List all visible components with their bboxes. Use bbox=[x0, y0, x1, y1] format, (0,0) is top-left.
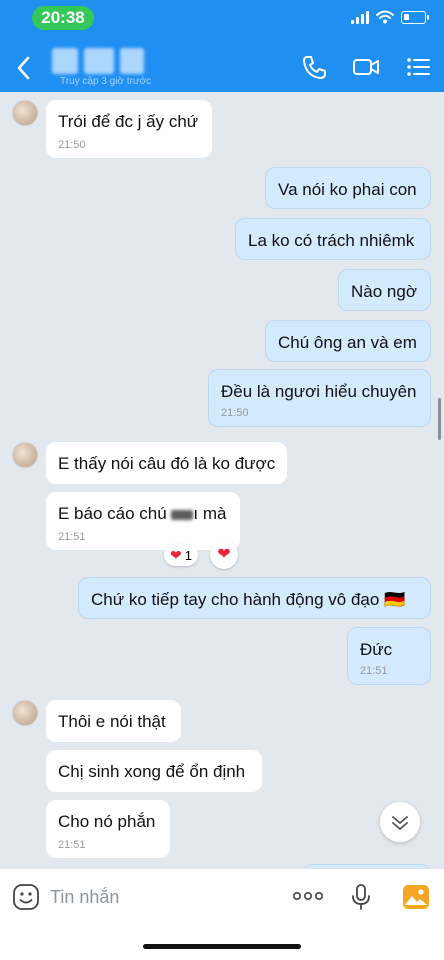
heart-icon: ❤ bbox=[217, 546, 231, 563]
more-icon[interactable] bbox=[292, 886, 324, 906]
message-text: Thôi e nói thật bbox=[58, 712, 166, 731]
home-indicator bbox=[143, 944, 301, 949]
last-seen: Truy cập 3 giờ trước bbox=[60, 76, 152, 87]
message-outgoing[interactable]: Đều là ngươi hiểu chuyên 21:50 bbox=[208, 369, 431, 427]
chevron-down-icon[interactable] bbox=[380, 802, 420, 842]
message-time: 21:51 bbox=[360, 664, 388, 677]
message-outgoing[interactable]: Chứ ko tiếp tay cho hành động vô đạo 🇩🇪 bbox=[78, 577, 431, 619]
message-text: Đức bbox=[360, 640, 393, 659]
message-text-part: E báo cáo chú bbox=[58, 504, 172, 523]
message-outgoing[interactable]: La ko có trách nhiêmk bbox=[235, 218, 431, 260]
reaction-count: 1 bbox=[184, 547, 192, 563]
message-time: 21:50 bbox=[221, 406, 249, 419]
message-text: Đều là ngươi hiểu chuyên bbox=[221, 382, 417, 401]
battery-icon bbox=[401, 10, 429, 24]
emoji-icon[interactable] bbox=[12, 883, 40, 911]
message-incoming[interactable]: E thấy nói câu đó là ko được bbox=[46, 442, 287, 484]
heart-icon: ❤ bbox=[170, 547, 182, 563]
message-incoming[interactable]: Cho nó phắn 21:51 bbox=[46, 800, 170, 858]
react-button[interactable]: ❤ bbox=[210, 541, 238, 569]
message-text: Trói để đc j ấy chứ bbox=[58, 112, 199, 131]
message-time: 21:51 bbox=[58, 838, 86, 851]
chat-area[interactable]: Trói để đc j ấy chứ 21:50 Va nói ko phai… bbox=[0, 92, 444, 868]
message-outgoing[interactable]: Va nói ko phai con bbox=[265, 167, 431, 209]
message-text: E thấy nói câu đó là ko được bbox=[58, 454, 276, 473]
message-text: Nào ngờ bbox=[351, 282, 417, 301]
message-incoming[interactable]: Thôi e nói thật bbox=[46, 700, 181, 742]
status-icons bbox=[351, 10, 429, 24]
message-text: La ko có trách nhiêmk bbox=[248, 231, 415, 250]
message-text-part: ı mà bbox=[193, 504, 227, 523]
message-time: 21:50 bbox=[58, 138, 86, 151]
message-outgoing[interactable]: Đức 21:51 bbox=[347, 627, 431, 685]
message-incoming[interactable]: E báo cáo chú ı mà 21:51 bbox=[46, 492, 240, 550]
reaction-summary[interactable]: ❤ 1 bbox=[164, 544, 198, 566]
message-text: Chú ông an và em bbox=[278, 333, 417, 352]
avatar[interactable] bbox=[12, 100, 38, 126]
status-time: 20:38 bbox=[32, 6, 94, 30]
avatar[interactable] bbox=[12, 700, 38, 726]
redacted-name bbox=[171, 509, 194, 520]
wifi-icon bbox=[376, 10, 394, 24]
top-bar: 20:38 Truy cập 3 giờ trước bbox=[0, 0, 444, 92]
menu-icon[interactable] bbox=[404, 54, 432, 80]
message-time: 21:51 bbox=[58, 530, 86, 543]
message-outgoing[interactable]: Chú ông an và em bbox=[265, 320, 431, 362]
back-icon[interactable] bbox=[12, 54, 36, 82]
message-outgoing[interactable]: Nào ngờ bbox=[338, 269, 431, 311]
message-incoming[interactable]: Chị sinh xong để ổn định bbox=[46, 750, 262, 792]
microphone-icon[interactable] bbox=[350, 883, 372, 911]
avatar[interactable] bbox=[12, 442, 38, 468]
message-text: Chị sinh xong để ổn định bbox=[58, 762, 246, 781]
message-text: E báo cáo chú ı mà bbox=[58, 504, 226, 524]
message-text: Va nói ko phai con bbox=[278, 180, 417, 199]
message-text: Cho nó phắn bbox=[58, 812, 156, 831]
message-text: Chứ ko tiếp tay cho hành động vô đạo 🇩🇪 bbox=[91, 590, 406, 609]
message-incoming[interactable]: Trói để đc j ấy chứ 21:50 bbox=[46, 100, 212, 158]
scrollbar[interactable] bbox=[438, 398, 441, 440]
contact-name-redacted[interactable] bbox=[52, 48, 144, 74]
message-input[interactable] bbox=[50, 883, 270, 911]
image-icon[interactable] bbox=[402, 884, 430, 910]
signal-icon bbox=[351, 10, 369, 24]
phone-icon[interactable] bbox=[300, 54, 328, 80]
video-call-icon[interactable] bbox=[352, 54, 380, 80]
